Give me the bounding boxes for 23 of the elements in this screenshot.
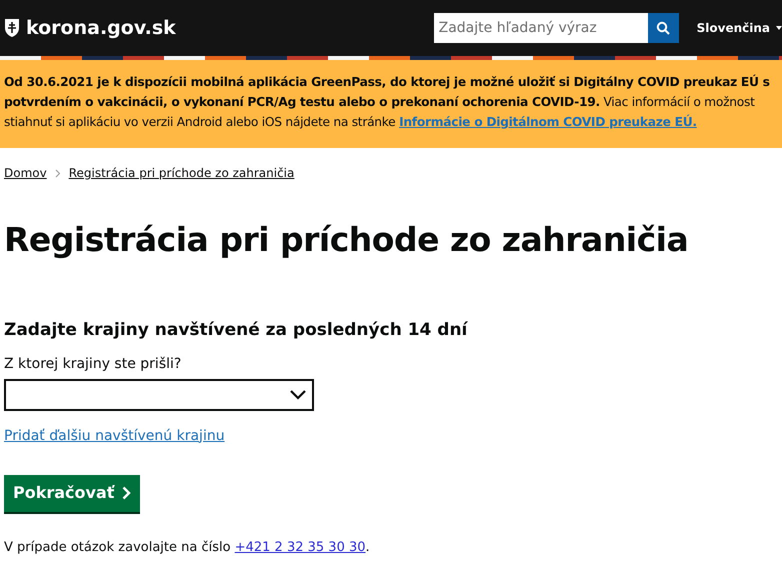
caret-icon — [776, 26, 782, 30]
chevron-right-icon — [122, 486, 132, 500]
site-logo-text[interactable]: korona.gov.sk — [26, 14, 176, 42]
help-text: V prípade otázok zavolajte na číslo +421 2 32 35 30 30. — [4, 538, 371, 556]
continue-button[interactable]: Pokračovať — [4, 474, 140, 512]
banner-text: stiahnuť si aplikáciu vo verzii Android alebo iOS nájdete na stránke Informácie o Digitálnom COVID preukaze EÚ. — [4, 114, 698, 131]
coat-of-arms-icon — [4, 18, 20, 38]
page-title: Registrácia pri príchode zo zahraničia — [4, 220, 690, 260]
country-select[interactable] — [4, 378, 314, 410]
banner-text: potvrdením o vakcinácii, o vykonaní PCR/Ag testu alebo o prekonaní ochorenia COVID-19. Viac informácií o možnost — [4, 94, 756, 111]
add-country-link[interactable]: Pridať ďalšiu navštívenú krajinu — [4, 428, 225, 444]
search-button[interactable] — [648, 13, 679, 43]
breadcrumb-link[interactable]: Domov — [4, 164, 47, 182]
phone-link[interactable]: +421 2 32 35 30 30 — [234, 540, 366, 554]
search-field[interactable]: Zadajte hľadaný výraz — [434, 13, 648, 43]
field-label: Z ktorej krajiny ste prišli? — [4, 354, 182, 374]
breadcrumb-link[interactable]: Registrácia pri príchode zo zahraničia — [68, 164, 294, 182]
banner-text: Od 30.6.2021 je k dispozícii mobilná aplikácia GreenPass, do ktorej je možné uložiť si Digitálny COVID preukaz EÚ s — [4, 74, 771, 91]
chevron-down-icon — [290, 390, 306, 400]
language-selector[interactable]: Slovenčina — [696, 19, 782, 37]
chevron-icon — [54, 168, 61, 178]
search-icon — [656, 21, 670, 35]
section-heading: Zadajte krajiny navštívené za posledných 14 dní — [4, 319, 469, 342]
